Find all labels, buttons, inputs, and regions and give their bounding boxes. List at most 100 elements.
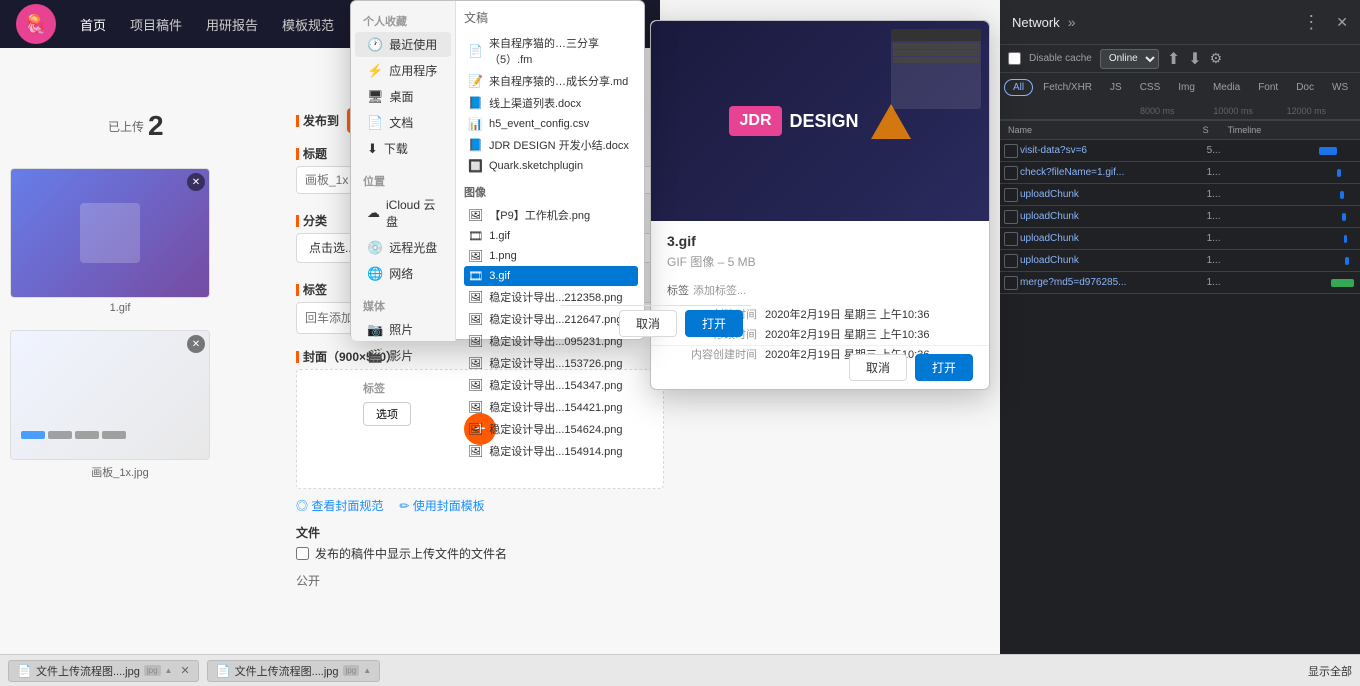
dialog-open-button[interactable]: 打开 xyxy=(685,310,743,337)
disable-cache-checkbox[interactable] xyxy=(1008,52,1021,65)
network-row-1[interactable]: check?fileName=1.gif... 1... xyxy=(1000,162,1360,184)
taskbar-item-0[interactable]: 📄 文件上传流程图....jpg jpg ▲ ✕ xyxy=(8,660,199,682)
preview-cancel-button[interactable]: 取消 xyxy=(849,354,907,381)
taskbar-expand-1[interactable]: ▲ xyxy=(363,666,371,675)
network-cache-row: Disable cache Online ⬆ ⬇ ⚙ xyxy=(1000,44,1360,72)
nav-item-templates[interactable]: 模板规范 xyxy=(282,15,334,34)
row-name-1[interactable]: check?fileName=1.gif... xyxy=(1020,167,1207,178)
preview-open-button[interactable]: 打开 xyxy=(915,354,973,381)
sidebar-network[interactable]: 🌐 网络 xyxy=(355,261,451,286)
image-name-4: 稳定设计导出...212358.png xyxy=(489,289,622,305)
sidebar-documents[interactable]: 📄 文档 xyxy=(355,110,451,135)
sidebar-downloads[interactable]: ⬇ 下载 xyxy=(355,136,451,161)
nav-item-home[interactable]: 首页 xyxy=(80,15,106,34)
row-checkbox-0[interactable] xyxy=(1004,144,1018,158)
network-dots-icon[interactable]: ⋮ xyxy=(1302,12,1320,33)
row-name-3[interactable]: uploadChunk xyxy=(1020,211,1207,222)
image-item-10[interactable]: 🖼 稳定设计导出...154624.png xyxy=(464,418,638,440)
file-item-3[interactable]: 📊 h5_event_config.csv xyxy=(464,114,638,134)
thumb-close-2[interactable]: ✕ xyxy=(187,335,205,353)
export-btn[interactable]: ⬇ xyxy=(1188,49,1201,69)
sidebar-desktop-label: 桌面 xyxy=(390,88,414,105)
network-row-2[interactable]: uploadChunk 1... xyxy=(1000,184,1360,206)
network-row-5[interactable]: uploadChunk 1... xyxy=(1000,250,1360,272)
network-row-0[interactable]: visit-data?sv=6 5... xyxy=(1000,140,1360,162)
show-all-button[interactable]: 显示全部 xyxy=(1308,663,1352,679)
image-item-8[interactable]: 🖼 稳定设计导出...154347.png xyxy=(464,374,638,396)
network-row-6[interactable]: merge?md5=d976285... 1... xyxy=(1000,272,1360,294)
row-checkbox-6[interactable] xyxy=(1004,276,1018,290)
filter-ws[interactable]: WS xyxy=(1324,80,1356,95)
nav-item-projects[interactable]: 项目稿件 xyxy=(130,15,182,34)
sidebar-apps[interactable]: ⚡ 应用程序 xyxy=(355,58,451,83)
taskbar-expand-0[interactable]: ▲ xyxy=(165,666,173,675)
filter-font[interactable]: Font xyxy=(1250,80,1286,95)
row-checkbox-4[interactable] xyxy=(1004,232,1018,246)
filter-fetch[interactable]: Fetch/XHR xyxy=(1035,80,1100,95)
sidebar-documents-label: 文档 xyxy=(389,114,413,131)
row-checkbox-5[interactable] xyxy=(1004,254,1018,268)
doc-file-icon-4: 📘 xyxy=(468,138,483,152)
sidebar-movies[interactable]: 🎬 影片 xyxy=(355,343,451,368)
image-item-0[interactable]: 🖼 【P9】工作机会.png xyxy=(464,204,638,226)
row-name-0[interactable]: visit-data?sv=6 xyxy=(1020,145,1207,156)
filter-media[interactable]: Media xyxy=(1205,80,1248,95)
row-checkbox-3[interactable] xyxy=(1004,210,1018,224)
mini-row-3 xyxy=(893,57,979,63)
sidebar-apps-label: 应用程序 xyxy=(389,62,437,79)
row-name-6[interactable]: merge?md5=d976285... xyxy=(1020,277,1207,288)
row-name-4[interactable]: uploadChunk xyxy=(1020,233,1207,244)
sidebar-recent[interactable]: 🕐 最近使用 xyxy=(355,32,451,57)
filter-all[interactable]: All xyxy=(1004,79,1033,96)
file-item-4[interactable]: 📘 JDR DESIGN 开发小结.docx xyxy=(464,134,638,156)
file-item-0[interactable]: 📄 来自程序猫的…三分享（5）.fm xyxy=(464,32,638,70)
filter-css[interactable]: CSS xyxy=(1132,80,1169,95)
image-item-7[interactable]: 🖼 稳定设计导出...153726.png xyxy=(464,352,638,374)
row-name-2[interactable]: uploadChunk xyxy=(1020,189,1207,200)
taskbar-item-type-0: jpg xyxy=(144,665,161,676)
image-item-11[interactable]: 🖼 稳定设计导出...154914.png xyxy=(464,440,638,462)
img-icon-1: 🎞 xyxy=(468,229,483,243)
sidebar-desktop[interactable]: 🖥 桌面 xyxy=(355,84,451,109)
filter-doc[interactable]: Doc xyxy=(1288,80,1322,95)
row-checkbox-2[interactable] xyxy=(1004,188,1018,202)
filter-js[interactable]: JS xyxy=(1102,80,1130,95)
image-item-3[interactable]: 🎞 3.gif xyxy=(464,266,638,286)
filter-img[interactable]: Img xyxy=(1170,80,1203,95)
timeline-tick-2: 10000 ms xyxy=(1213,106,1286,116)
file-item-5[interactable]: 🔲 Quark.sketchplugin xyxy=(464,156,638,176)
file-name-checkbox[interactable] xyxy=(296,547,309,560)
file-item-2[interactable]: 📘 线上渠道列表.docx xyxy=(464,92,638,114)
image-item-1[interactable]: 🎞 1.gif xyxy=(464,226,638,246)
row-checkbox-1[interactable] xyxy=(1004,166,1018,180)
sidebar-remote[interactable]: 💿 远程光盘 xyxy=(355,235,451,260)
taskbar-close-0[interactable]: ✕ xyxy=(180,664,189,677)
network-row-3[interactable]: uploadChunk 1... xyxy=(1000,206,1360,228)
network-close-icon[interactable]: ✕ xyxy=(1336,14,1348,31)
publish-label: 发布到 xyxy=(296,112,339,129)
image-name-7: 稳定设计导出...153726.png xyxy=(489,355,622,371)
network-expand-icon[interactable]: » xyxy=(1068,14,1076,30)
nav-item-research[interactable]: 用研报告 xyxy=(206,15,258,34)
thumbnail-list: ✕ 1.gif ✕ 画板_1x.jpg xyxy=(10,168,230,496)
cover-template-link[interactable]: ✏ 使用封面模板 xyxy=(399,497,484,514)
sidebar-photos[interactable]: 📷 照片 xyxy=(355,317,451,342)
throttling-select[interactable]: Online xyxy=(1100,49,1159,69)
row-name-5[interactable]: uploadChunk xyxy=(1020,255,1207,266)
settings-btn[interactable]: ⚙ xyxy=(1210,50,1223,67)
network-row-4[interactable]: uploadChunk 1... xyxy=(1000,228,1360,250)
dialog-cancel-button[interactable]: 取消 xyxy=(619,310,677,337)
sidebar-icloud[interactable]: ☁ iCloud 云盘 xyxy=(355,192,451,234)
options-button[interactable]: 选项 xyxy=(363,402,411,426)
file-item-1[interactable]: 📝 来自程序猿的…成长分享.md xyxy=(464,70,638,92)
import-btn[interactable]: ⬆ xyxy=(1167,49,1180,69)
sidebar-downloads-label: 下载 xyxy=(384,140,408,157)
image-name-0: 【P9】工作机会.png xyxy=(489,207,590,223)
meta-value-created: 2020年2月19日 星期三 上午10:36 xyxy=(765,306,973,322)
file-dialog: 个人收藏 🕐 最近使用 ⚡ 应用程序 🖥 桌面 📄 文档 ⬇ 下载 位置 ☁ i… xyxy=(350,0,645,340)
thumb-image-1: ✕ xyxy=(10,168,210,298)
taskbar-item-1[interactable]: 📄 文件上传流程图....jpg jpg ▲ xyxy=(207,660,380,682)
cover-spec-link[interactable]: ◎ 查看封面规范 xyxy=(296,497,383,514)
image-item-2[interactable]: 🖼 1.png xyxy=(464,246,638,266)
image-item-9[interactable]: 🖼 稳定设计导出...154421.png xyxy=(464,396,638,418)
